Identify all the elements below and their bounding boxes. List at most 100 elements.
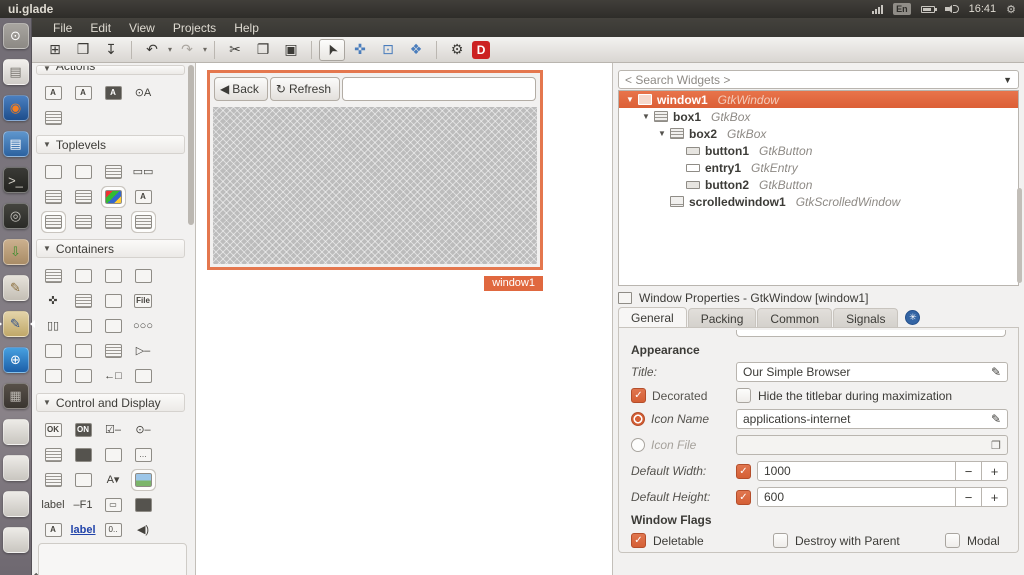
grid-palette-item[interactable]	[68, 263, 98, 288]
menu-item-view[interactable]: View	[120, 19, 164, 37]
application-window-palette-item[interactable]	[98, 159, 128, 184]
palette-scrollbar[interactable]	[188, 65, 194, 225]
color-chooser-dialog-palette-item[interactable]	[98, 184, 128, 209]
palette-section-control-and-display[interactable]: ▼Control and Display	[36, 393, 185, 412]
tree-row-scrolledwindow1[interactable]: scrolledwindow1GtkScrolledWindow	[619, 193, 1018, 210]
undo-dropdown[interactable]: ▾	[168, 45, 172, 54]
battery-icon[interactable]	[921, 6, 935, 13]
palette-section-toplevels[interactable]: ▼Toplevels	[36, 135, 185, 154]
dark-grid-button[interactable]: ▦	[3, 383, 29, 409]
toolbar-palette-item[interactable]	[68, 313, 98, 338]
destroy-with-parent-checkbox[interactable]	[773, 533, 788, 548]
deletable-checkbox[interactable]: ✓	[631, 533, 646, 548]
tab-signals[interactable]: Signals	[833, 308, 898, 327]
properties-scrollbar[interactable]	[1017, 188, 1022, 283]
scrolled-window-placeholder[interactable]	[213, 107, 537, 264]
file-chooser-dialog-palette-item[interactable]	[38, 209, 68, 234]
entry-progress-palette-item[interactable]	[38, 467, 68, 492]
text-editor-button[interactable]: ✎	[3, 275, 29, 301]
tree-row-button2[interactable]: button2GtkButton	[619, 176, 1018, 193]
notebook-palette-item[interactable]	[98, 263, 128, 288]
increment-button[interactable]: +	[982, 487, 1008, 507]
volume-button-palette-item[interactable]: ◀)	[128, 517, 158, 542]
message-dialog-palette-item[interactable]	[38, 184, 68, 209]
margin-edit-button[interactable]: ⊡	[375, 39, 401, 61]
accelerator-palette-item[interactable]: –F1	[68, 492, 98, 517]
about-dialog-palette-item[interactable]	[68, 184, 98, 209]
hpaned-palette-item[interactable]	[98, 313, 128, 338]
toggle-action-palette-item[interactable]: A	[98, 80, 128, 105]
align-edit-button[interactable]: ❖	[403, 39, 429, 61]
keyboard-layout-indicator[interactable]: En	[893, 3, 911, 15]
image-palette-item[interactable]	[128, 467, 158, 492]
tab-packing[interactable]: Packing	[688, 308, 757, 327]
file-chooser-button-palette-item[interactable]: ▭	[98, 492, 128, 517]
frame-palette-item[interactable]	[128, 263, 158, 288]
scrolled-window-palette-item[interactable]	[38, 363, 68, 388]
menu-item-help[interactable]: Help	[225, 19, 268, 37]
default-width-checkbox[interactable]: ✓	[736, 464, 751, 479]
hide-titlebar-checkbox[interactable]	[736, 388, 751, 403]
recent-action-palette-item[interactable]	[38, 105, 68, 130]
handle-box-palette-item[interactable]	[98, 338, 128, 363]
icon-name-input[interactable]: applications-internet ✎	[736, 409, 1008, 429]
offscreen-window-palette-item[interactable]	[68, 159, 98, 184]
stack-palette-item[interactable]	[128, 363, 158, 388]
firefox-button[interactable]: ◉	[3, 95, 29, 121]
browse-file-icon[interactable]: ❐	[991, 439, 1001, 452]
file-chooser-widget-palette-item[interactable]: File	[128, 288, 158, 313]
entry-palette-item[interactable]	[98, 442, 128, 467]
drag-resize-button[interactable]: ✜	[347, 39, 373, 61]
back-button[interactable]: ◀ Back	[214, 77, 268, 101]
ubuntu-dash-button[interactable]: ⊙	[3, 23, 29, 49]
web-globe-button[interactable]: ⊕	[3, 347, 29, 373]
search-entry-palette-item[interactable]: …	[128, 442, 158, 467]
default-width-input[interactable]: 1000	[757, 461, 956, 481]
size-group-palette-item[interactable]: ○○○	[128, 313, 158, 338]
button-box-palette-item[interactable]	[68, 288, 98, 313]
decrement-button[interactable]: −	[956, 461, 982, 481]
combo-box-text-palette-item[interactable]: A▾	[98, 467, 128, 492]
radio-action-palette-item[interactable]: ⊙A	[128, 80, 158, 105]
files-button[interactable]: ▤	[3, 59, 29, 85]
alignment-palette-item[interactable]: ✜	[38, 288, 68, 313]
palette-section-actions[interactable]: ▼Actions	[36, 65, 185, 75]
switch-palette-item[interactable]	[68, 442, 98, 467]
designed-window[interactable]: ◀ Back ↻ Refresh window1	[207, 70, 543, 270]
window-thumb-1[interactable]	[3, 419, 29, 445]
save-button[interactable]: ↧	[98, 39, 124, 61]
menu-item-edit[interactable]: Edit	[81, 19, 120, 37]
toggle-button-palette-item[interactable]: ON	[68, 417, 98, 442]
spin-button-palette-item[interactable]: 0..	[98, 517, 128, 542]
action-group-palette-item[interactable]: A	[38, 80, 68, 105]
window-palette-item[interactable]	[38, 159, 68, 184]
selector-button[interactable]: ➤	[319, 39, 345, 61]
tree-row-window1[interactable]: ▼window1GtkWindow	[619, 91, 1018, 108]
url-entry[interactable]	[342, 77, 536, 101]
expander-icon[interactable]: ▼	[657, 129, 667, 138]
libreoffice-writer-button[interactable]: ▤	[3, 131, 29, 157]
icon-file-radio[interactable]	[631, 438, 645, 452]
cut-button[interactable]: ✂	[222, 39, 248, 61]
check-button-palette-item[interactable]: ☑–	[98, 417, 128, 442]
redo-button[interactable]: ↷	[174, 39, 200, 61]
palette-section-containers[interactable]: ▼Containers	[36, 239, 185, 258]
preferences-button[interactable]: ⚙	[444, 39, 470, 61]
window-thumb-4[interactable]	[3, 527, 29, 553]
default-height-checkbox[interactable]: ✓	[736, 490, 751, 505]
decrement-button[interactable]: −	[956, 487, 982, 507]
expander-palette-item[interactable]: ▷–	[128, 338, 158, 363]
overlay-palette-item[interactable]	[68, 363, 98, 388]
box-palette-item[interactable]	[38, 263, 68, 288]
tree-row-entry1[interactable]: entry1GtkEntry	[619, 159, 1018, 176]
clock[interactable]: 16:41	[969, 3, 997, 15]
decorated-checkbox[interactable]: ✓	[631, 388, 646, 403]
revealer-palette-item[interactable]: ←□	[98, 363, 128, 388]
flow-box-palette-item[interactable]: ▯▯	[38, 313, 68, 338]
icon-name-radio[interactable]	[631, 412, 645, 426]
expander-icon[interactable]: ▼	[641, 112, 651, 121]
window-thumb-3[interactable]	[3, 491, 29, 517]
layout-palette-item[interactable]	[38, 338, 68, 363]
network-signal-icon[interactable]	[872, 4, 883, 14]
color-button-palette-item[interactable]	[128, 492, 158, 517]
